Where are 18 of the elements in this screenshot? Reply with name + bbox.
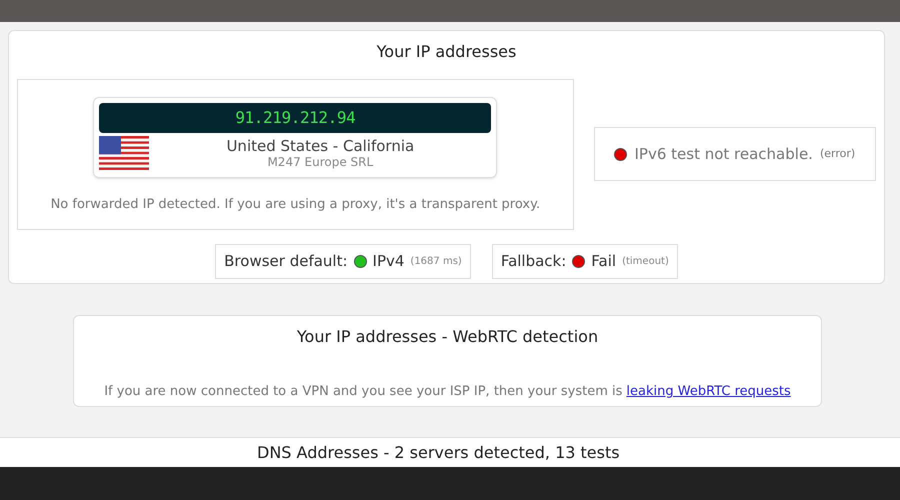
panel-title: Your IP addresses — [376, 41, 518, 63]
check-note: (timeout) — [622, 255, 669, 269]
flag-icon — [99, 136, 150, 170]
webrtc-note: If you are now connected to a VPN and you see your ISP IP, then your system is — [104, 383, 622, 401]
check-value: Fail — [591, 251, 616, 272]
ipv6-status-text: IPv6 test not reachable. — [634, 144, 813, 165]
forwarded-note: No forwarded IP detected. If you are using a proxy, it's a transparent proxy. — [50, 196, 540, 214]
dns-heading: DNS Addresses - 2 servers detected, 13 tests — [257, 442, 620, 464]
check-note: (1687 ms) — [410, 255, 462, 269]
check-label: Browser default: — [224, 251, 348, 272]
check-value: IPv4 — [372, 251, 404, 272]
ip-address: 91.219.212.94 — [99, 103, 492, 133]
webrtc-link[interactable]: leaking WebRTC requests — [626, 382, 791, 402]
check-label: Fallback: — [500, 251, 566, 272]
ipv6-note: (error) — [820, 146, 856, 162]
location-text: United States - California — [226, 137, 414, 155]
isp-text: M247 Europe SRL — [267, 155, 374, 169]
panel-title: Your IP addresses - WebRTC detection — [296, 326, 598, 348]
